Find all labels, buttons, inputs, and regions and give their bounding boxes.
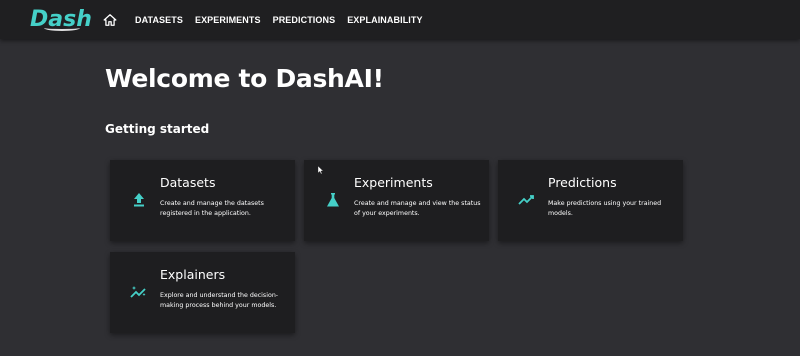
card-title: Predictions [548,175,617,190]
logo-swoosh [44,25,80,31]
nav-link-experiments[interactable]: EXPERIMENTS [195,15,261,25]
nav-link-datasets[interactable]: DATASETS [135,15,183,25]
dash-logo[interactable]: Dash [30,6,92,32]
section-subtitle: Getting started [105,122,210,136]
upload-icon [130,192,148,208]
card-description: Make predictions using your trained mode… [548,200,662,217]
card-explainers[interactable]: Explainers Explore and understand the de… [110,252,295,333]
trending-up-icon [518,192,536,208]
nav-links: DATASETS EXPERIMENTS PREDICTIONS EXPLAIN… [135,0,435,39]
page-title: Welcome to DashAI! [105,64,384,93]
card-experiments[interactable]: Experiments Create and manage and view t… [304,160,489,241]
card-description: Create and manage the datasets registere… [160,200,264,217]
card-title: Datasets [160,175,216,190]
card-predictions[interactable]: Predictions Make predictions using your … [498,160,683,241]
mouse-cursor-icon [317,160,324,175]
card-datasets[interactable]: Datasets Create and manage the datasets … [110,160,295,241]
card-title: Experiments [354,175,433,190]
card-description: Explore and understand the decision-maki… [160,292,279,309]
card-title: Explainers [160,267,226,282]
card-description: Create and manage and view the status of… [354,200,481,217]
home-icon[interactable] [103,12,117,26]
sparkle-trend-icon [130,284,148,300]
nav-link-predictions[interactable]: PREDICTIONS [273,15,336,25]
top-navbar: Dash DATASETS EXPERIMENTS PREDICTIONS EX… [0,0,800,39]
nav-link-explainability[interactable]: EXPLAINABILITY [347,15,422,25]
flask-icon [324,192,342,208]
